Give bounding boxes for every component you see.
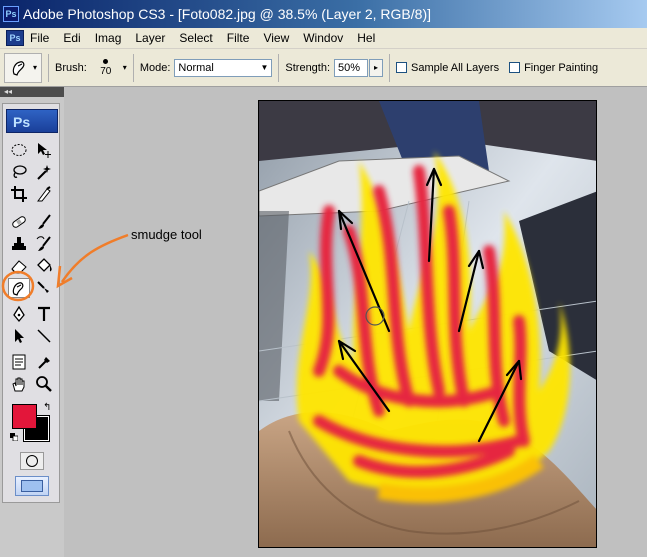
magnifier-icon bbox=[36, 376, 52, 392]
magic-wand-icon bbox=[37, 165, 51, 180]
screen-mode-button[interactable] bbox=[15, 476, 49, 496]
brush-tip-icon bbox=[103, 58, 109, 64]
lasso-icon bbox=[13, 165, 27, 178]
crop-icon bbox=[11, 186, 27, 202]
finger-painting-option[interactable]: Finger Painting bbox=[509, 62, 598, 74]
divider bbox=[48, 53, 49, 82]
menu-filter[interactable]: Filte bbox=[227, 31, 250, 45]
brush-size: 70 bbox=[100, 65, 112, 77]
marquee-tool[interactable] bbox=[8, 140, 30, 160]
toolbox-collapse-handle[interactable]: ◂◂ bbox=[0, 87, 64, 97]
healing-brush-tool[interactable] bbox=[8, 212, 30, 232]
move-icon bbox=[38, 143, 51, 158]
bandage-icon bbox=[12, 216, 26, 228]
screen-mode-icon bbox=[21, 480, 43, 492]
crop-tool[interactable] bbox=[8, 184, 30, 204]
photoshop-logo[interactable]: Ps bbox=[6, 109, 58, 133]
note-icon bbox=[12, 354, 26, 370]
divider bbox=[389, 53, 391, 82]
pen-nib-icon bbox=[13, 305, 25, 323]
brush-tool[interactable] bbox=[33, 212, 55, 232]
magic-wand-tool[interactable] bbox=[33, 162, 55, 182]
document-menu-icon[interactable]: Ps bbox=[6, 30, 24, 46]
dodge-icon bbox=[37, 281, 49, 293]
dodge-tool[interactable] bbox=[33, 278, 55, 298]
menu-layer[interactable]: Layer bbox=[135, 31, 165, 45]
clone-stamp-tool[interactable] bbox=[8, 234, 30, 254]
photo-with-flames bbox=[259, 101, 596, 547]
menu-help[interactable]: Hel bbox=[357, 31, 375, 45]
quick-mask-icon bbox=[26, 455, 38, 467]
hand-icon bbox=[12, 377, 25, 392]
title-bar: Ps Adobe Photoshop CS3 - [Foto082.jpg @ … bbox=[0, 0, 647, 28]
type-tool[interactable] bbox=[33, 304, 55, 324]
brush-label: Brush: bbox=[55, 61, 87, 74]
chevron-down-icon: ▼ bbox=[260, 63, 269, 72]
smudge-finger-icon bbox=[12, 282, 24, 296]
divider bbox=[132, 53, 134, 82]
hand-tool[interactable] bbox=[8, 374, 30, 394]
paint-bucket-icon bbox=[37, 258, 52, 272]
photoshop-window: Ps Adobe Photoshop CS3 - [Foto082.jpg @ … bbox=[0, 0, 647, 557]
paint-bucket-tool[interactable] bbox=[33, 256, 55, 276]
notes-tool[interactable] bbox=[8, 352, 30, 372]
quick-mask-button[interactable] bbox=[20, 452, 44, 470]
smudge-finger-icon bbox=[12, 60, 25, 76]
pen-tool[interactable] bbox=[8, 304, 30, 324]
finger-painting-checkbox[interactable] bbox=[509, 62, 521, 73]
line-icon bbox=[37, 329, 51, 343]
tool-preset-picker[interactable]: ▾ bbox=[4, 52, 42, 83]
line-tool[interactable] bbox=[33, 326, 55, 346]
menu-bar: Ps File Edi Imag Layer Select Filte View… bbox=[0, 28, 647, 49]
zoom-tool[interactable] bbox=[33, 374, 55, 394]
brush-dropdown-icon[interactable]: ▾ bbox=[123, 63, 127, 72]
default-colors-icon[interactable] bbox=[10, 433, 18, 441]
menu-file[interactable]: File bbox=[30, 31, 49, 45]
swap-colors-icon[interactable]: ↰ bbox=[43, 402, 51, 413]
strength-slider-button[interactable]: ▸ bbox=[369, 58, 384, 77]
history-brush-tool[interactable] bbox=[33, 234, 55, 254]
mode-label: Mode: bbox=[139, 61, 171, 74]
strength-label: Strength: bbox=[285, 61, 331, 74]
toolbox: Ps ↰ bbox=[2, 103, 60, 503]
history-brush-icon bbox=[36, 236, 51, 251]
move-tool[interactable] bbox=[33, 140, 55, 160]
menu-window[interactable]: Windov bbox=[303, 31, 343, 45]
sample-all-layers-label: Sample All Layers bbox=[411, 61, 500, 74]
slice-knife-icon bbox=[37, 186, 51, 202]
menu-image[interactable]: Imag bbox=[95, 31, 122, 45]
document-canvas[interactable] bbox=[258, 100, 597, 548]
sample-all-layers-option[interactable]: Sample All Layers bbox=[396, 62, 499, 74]
window-title: Adobe Photoshop CS3 - [Foto082.jpg @ 38.… bbox=[23, 6, 431, 22]
slice-tool[interactable] bbox=[33, 184, 55, 204]
eraser-tool[interactable] bbox=[8, 256, 30, 276]
brush-picker[interactable]: 70 bbox=[91, 53, 121, 83]
divider bbox=[278, 53, 280, 82]
foreground-color-swatch[interactable] bbox=[12, 404, 37, 429]
strength-input[interactable]: 50% bbox=[334, 58, 369, 77]
finger-painting-label: Finger Painting bbox=[524, 61, 599, 74]
stamp-icon bbox=[12, 237, 26, 250]
eyedropper-tool[interactable] bbox=[33, 352, 55, 372]
paintbrush-icon bbox=[38, 214, 51, 229]
mode-select[interactable]: Normal ▼ bbox=[174, 58, 273, 77]
eraser-icon bbox=[11, 260, 27, 274]
mode-value: Normal bbox=[178, 61, 214, 74]
elliptical-marquee-icon bbox=[11, 144, 27, 156]
app-icon: Ps bbox=[3, 6, 19, 22]
menu-select[interactable]: Select bbox=[179, 31, 212, 45]
menu-edit[interactable]: Edi bbox=[63, 31, 80, 45]
arrow-pointer-icon bbox=[15, 329, 24, 343]
lasso-tool[interactable] bbox=[8, 162, 30, 182]
path-selection-tool[interactable] bbox=[8, 326, 30, 346]
options-bar: ▾ Brush: 70 ▾ Mode: Normal ▼ Strength: 5… bbox=[0, 49, 647, 87]
eyedropper-icon bbox=[38, 357, 50, 369]
menu-view[interactable]: View bbox=[263, 31, 289, 45]
annotation-label: smudge tool bbox=[131, 227, 202, 242]
preset-dropdown-icon: ▾ bbox=[32, 63, 37, 72]
type-t-icon bbox=[38, 306, 50, 321]
smudge-tool[interactable] bbox=[8, 278, 30, 298]
sample-all-layers-checkbox[interactable] bbox=[396, 62, 408, 73]
